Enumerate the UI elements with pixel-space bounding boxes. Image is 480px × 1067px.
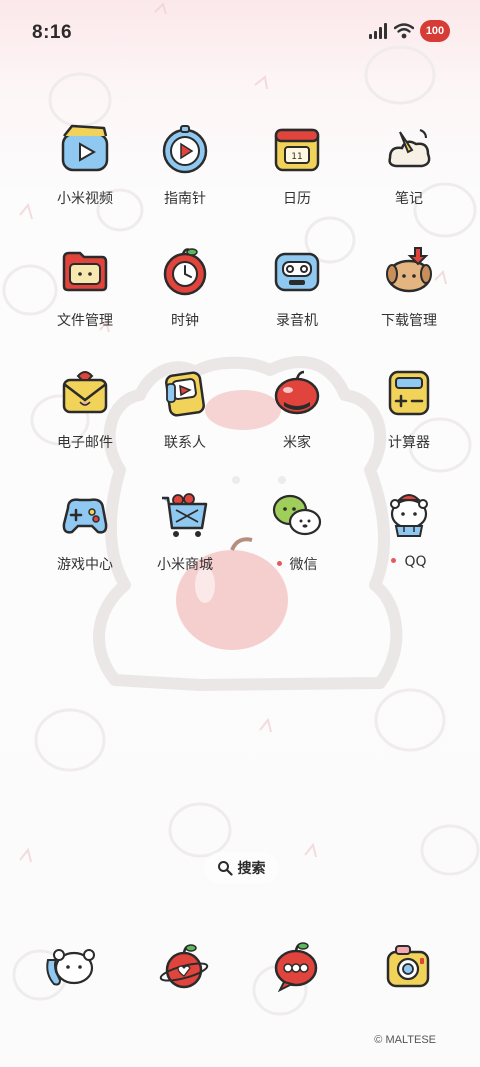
app-wechat[interactable]: 微信	[242, 488, 352, 588]
app-calendar[interactable]: 11 日历	[242, 122, 352, 222]
wechat-icon	[272, 494, 322, 536]
app-label: 日历	[283, 191, 311, 207]
app-clock[interactable]: 时钟	[130, 244, 240, 344]
notes-icon	[388, 129, 431, 168]
clock-icon	[163, 248, 207, 296]
app-notes[interactable]: 笔记	[354, 122, 464, 222]
download-icon	[386, 247, 432, 293]
app-file-manager[interactable]: 文件管理	[30, 244, 140, 344]
app-qq[interactable]: QQ	[354, 488, 464, 588]
app-calculator[interactable]: 计算器	[354, 366, 464, 466]
app-label: 时钟	[171, 313, 199, 329]
mail-icon	[62, 371, 108, 414]
app-label: 联系人	[164, 435, 206, 451]
cart-icon	[162, 493, 208, 537]
dock-app-messages[interactable]	[266, 938, 326, 998]
app-label: 文件管理	[57, 313, 113, 329]
dock-app-browser[interactable]	[154, 938, 214, 998]
contacts-icon	[165, 371, 205, 417]
search-label: 搜索	[237, 861, 266, 877]
app-label: 电子邮件	[57, 435, 113, 451]
app-download-manager[interactable]: 下载管理	[354, 244, 464, 344]
app-label: 计算器	[388, 435, 430, 451]
app-label: 指南针	[164, 191, 206, 207]
recorder-icon	[274, 252, 320, 292]
calendar-icon: 11	[274, 128, 320, 172]
app-label: 下载管理	[381, 313, 437, 329]
battery-indicator: 100	[420, 20, 450, 42]
app-label: 微信	[242, 554, 352, 574]
browser-icon	[159, 944, 209, 989]
app-label: QQ	[354, 554, 464, 570]
app-label: 笔记	[395, 191, 423, 207]
app-xiaomi-mall[interactable]: 小米商城	[130, 488, 240, 588]
new-indicator	[276, 560, 282, 566]
search-icon	[217, 861, 233, 876]
folder-icon	[62, 251, 108, 292]
status-icons: 100	[368, 20, 450, 42]
app-label: 米家	[283, 435, 311, 451]
app-label: 小米商城	[157, 557, 213, 573]
copyright-label: © MALTESE	[374, 1034, 436, 1046]
compass-icon	[162, 125, 208, 174]
calculator-icon	[388, 370, 430, 416]
video-icon	[61, 124, 109, 172]
gamepad-icon	[62, 498, 108, 534]
messages-icon	[274, 942, 318, 993]
camera-icon	[386, 945, 430, 988]
app-recorder[interactable]: 录音机	[242, 244, 352, 344]
new-indicator	[391, 557, 397, 563]
app-compass[interactable]: 指南针	[130, 122, 240, 222]
phone-icon	[46, 949, 95, 986]
app-game-center[interactable]: 游戏中心	[30, 488, 140, 588]
app-xiaomi-video[interactable]: 小米视频	[30, 122, 140, 222]
dock-app-camera[interactable]	[378, 938, 438, 998]
app-mijia[interactable]: 米家	[242, 366, 352, 466]
search-button[interactable]: 搜索	[204, 852, 278, 884]
app-contacts[interactable]: 联系人	[130, 366, 240, 466]
mijia-icon	[274, 370, 320, 415]
app-email[interactable]: 电子邮件	[30, 366, 140, 466]
wifi-icon	[394, 23, 414, 39]
app-label: 游戏中心	[57, 557, 113, 573]
svg-text:11: 11	[291, 152, 302, 162]
qq-icon	[390, 494, 428, 537]
status-time: 8:16	[32, 22, 73, 43]
app-label: 小米视频	[57, 191, 113, 207]
signal-icon	[369, 23, 387, 39]
app-label: 录音机	[276, 313, 318, 329]
dock-app-phone[interactable]	[42, 938, 102, 998]
status-bar: 8:16 100	[0, 0, 480, 68]
